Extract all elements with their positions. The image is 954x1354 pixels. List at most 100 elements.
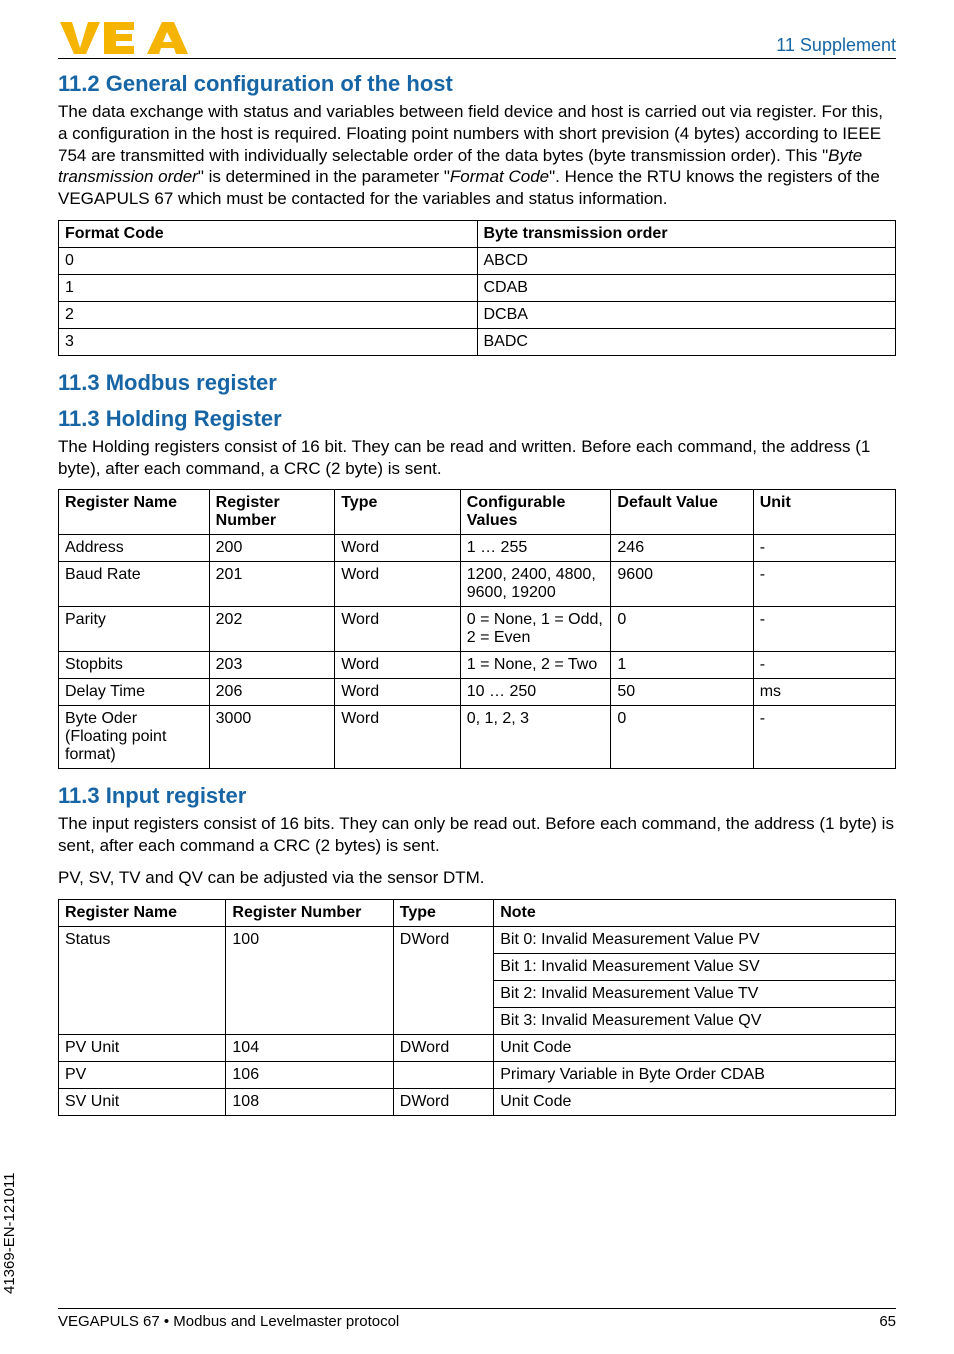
table-row: Parity 202 Word 0 = None, 1 = Odd, 2 = E… (59, 607, 896, 652)
table-header-row: Register Name Register Number Type Confi… (59, 490, 896, 535)
col-header: Type (393, 899, 493, 926)
cell: 10 … 250 (460, 679, 611, 706)
col-header: Byte transmission order (477, 220, 896, 247)
cell: Address (59, 535, 210, 562)
cell: Word (335, 679, 461, 706)
cell: - (753, 535, 895, 562)
footer-page-number: 65 (879, 1313, 896, 1330)
cell: Bit 1: Invalid Measurement Value SV (494, 953, 896, 980)
cell: 50 (611, 679, 753, 706)
page: 11 Supplement 11.2 General configuration… (0, 0, 954, 1354)
cell: Baud Rate (59, 562, 210, 607)
col-header: Register Number (226, 899, 393, 926)
cell: 0, 1, 2, 3 (460, 706, 611, 769)
cell: 100 (226, 926, 393, 1034)
cell: Word (335, 535, 461, 562)
cell: DWord (393, 1034, 493, 1061)
cell: 0 (59, 247, 478, 274)
cell: Byte Oder (Floating point format) (59, 706, 210, 769)
cell: Unit Code (494, 1034, 896, 1061)
table-row: Baud Rate 201 Word 1200, 2400, 4800, 960… (59, 562, 896, 607)
table-row: PV Unit 104 DWord Unit Code (59, 1034, 896, 1061)
col-header: Register Name (59, 490, 210, 535)
cell: Word (335, 652, 461, 679)
cell: 1200, 2400, 4800, 9600, 19200 (460, 562, 611, 607)
cell: Primary Variable in Byte Order CDAB (494, 1061, 896, 1088)
col-header: Register Number (209, 490, 335, 535)
header-section-label: 11 Supplement (776, 35, 896, 56)
cell: Unit Code (494, 1088, 896, 1115)
table-row: 1 CDAB (59, 274, 896, 301)
section-11-3c-paragraph-1: The input registers consist of 16 bits. … (58, 813, 896, 857)
section-11-3c-title: 11.3 Input register (58, 783, 896, 809)
cell: 0 (611, 607, 753, 652)
table-row: PV 106 Primary Variable in Byte Order CD… (59, 1061, 896, 1088)
col-header: Default Value (611, 490, 753, 535)
page-header: 11 Supplement (58, 18, 896, 59)
cell: 0 = None, 1 = Odd, 2 = Even (460, 607, 611, 652)
table-row: Address 200 Word 1 … 255 246 - (59, 535, 896, 562)
cell (393, 1061, 493, 1088)
section-11-3b-paragraph: The Holding registers consist of 16 bit.… (58, 436, 896, 480)
cell: ms (753, 679, 895, 706)
table-row: 3 BADC (59, 328, 896, 355)
holding-register-table: Register Name Register Number Type Confi… (58, 489, 896, 769)
col-header: Format Code (59, 220, 478, 247)
cell: 206 (209, 679, 335, 706)
table-header-row: Register Name Register Number Type Note (59, 899, 896, 926)
cell: Bit 3: Invalid Measurement Value QV (494, 1007, 896, 1034)
para-ital-2: Format Code (450, 167, 549, 186)
table-row: Delay Time 206 Word 10 … 250 50 ms (59, 679, 896, 706)
cell: - (753, 706, 895, 769)
section-11-2-title: 11.2 General configuration of the host (58, 71, 896, 97)
cell: 1 (59, 274, 478, 301)
cell: DWord (393, 926, 493, 1034)
logo (58, 18, 198, 56)
cell: 201 (209, 562, 335, 607)
table-row: Stopbits 203 Word 1 = None, 2 = Two 1 - (59, 652, 896, 679)
footer-left: VEGAPULS 67 • Modbus and Levelmaster pro… (58, 1313, 399, 1330)
table-row: 2 DCBA (59, 301, 896, 328)
table-row: Status 100 DWord Bit 0: Invalid Measurem… (59, 926, 896, 953)
cell: 246 (611, 535, 753, 562)
cell: Parity (59, 607, 210, 652)
cell: Bit 2: Invalid Measurement Value TV (494, 980, 896, 1007)
cell: BADC (477, 328, 896, 355)
col-header: Unit (753, 490, 895, 535)
cell: 104 (226, 1034, 393, 1061)
cell: 3000 (209, 706, 335, 769)
cell: DCBA (477, 301, 896, 328)
cell: Bit 0: Invalid Measurement Value PV (494, 926, 896, 953)
cell: SV Unit (59, 1088, 226, 1115)
input-register-table: Register Name Register Number Type Note … (58, 899, 896, 1116)
table-header-row: Format Code Byte transmission order (59, 220, 896, 247)
cell: 3 (59, 328, 478, 355)
cell: 2 (59, 301, 478, 328)
cell: 202 (209, 607, 335, 652)
table-row: 0 ABCD (59, 247, 896, 274)
document-id-sidebar: 41369-EN-121011 (1, 1173, 18, 1294)
cell: CDAB (477, 274, 896, 301)
cell: 9600 (611, 562, 753, 607)
table-row: SV Unit 108 DWord Unit Code (59, 1088, 896, 1115)
cell: 1 = None, 2 = Two (460, 652, 611, 679)
vega-logo-icon (58, 18, 198, 56)
format-code-table: Format Code Byte transmission order 0 AB… (58, 220, 896, 356)
cell: - (753, 652, 895, 679)
table-row: Byte Oder (Floating point format) 3000 W… (59, 706, 896, 769)
col-header: Register Name (59, 899, 226, 926)
cell: ABCD (477, 247, 896, 274)
cell: 108 (226, 1088, 393, 1115)
col-header: Type (335, 490, 461, 535)
cell: - (753, 607, 895, 652)
cell: Delay Time (59, 679, 210, 706)
para-text: " is determined in the parameter " (198, 167, 450, 186)
cell: 0 (611, 706, 753, 769)
cell: PV (59, 1061, 226, 1088)
cell: Word (335, 706, 461, 769)
para-text: The data exchange with status and variab… (58, 102, 883, 165)
cell: DWord (393, 1088, 493, 1115)
cell: Status (59, 926, 226, 1034)
page-footer: VEGAPULS 67 • Modbus and Levelmaster pro… (58, 1308, 896, 1330)
cell: Word (335, 562, 461, 607)
